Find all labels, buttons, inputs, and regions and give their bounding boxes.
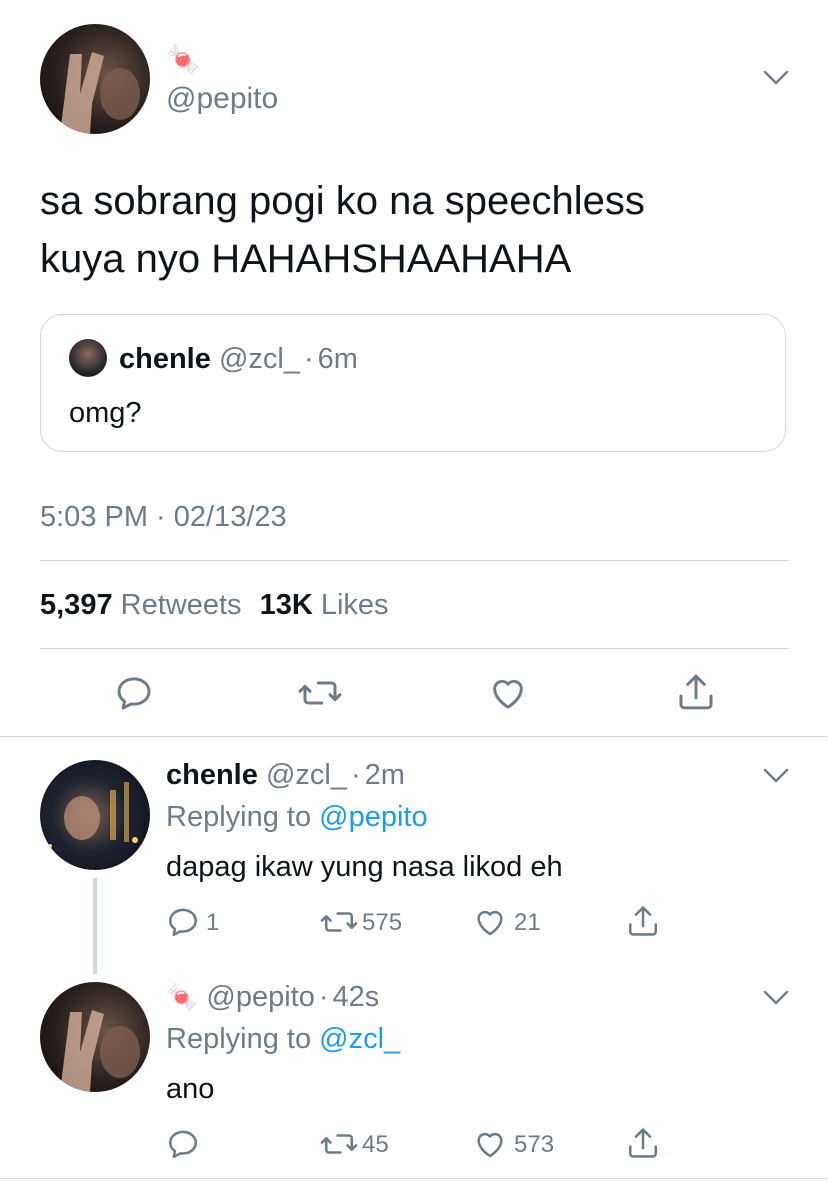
likes-count[interactable]: 13K bbox=[260, 589, 313, 621]
replying-to: Replying to @pepito bbox=[166, 798, 428, 836]
retweet-icon[interactable] bbox=[320, 1127, 358, 1161]
reply-icon[interactable] bbox=[166, 905, 200, 939]
thread-line bbox=[93, 878, 97, 974]
replying-to-prefix: Replying to bbox=[166, 1023, 320, 1055]
replying-to-link[interactable]: @pepito bbox=[319, 801, 427, 833]
tweet-text: sa sobrang pogi ko na speechless kuya ny… bbox=[40, 172, 645, 288]
divider bbox=[40, 560, 788, 561]
reply-header: 🍬 @pepito · 42s bbox=[166, 978, 379, 1016]
like-count: 573 bbox=[514, 1131, 555, 1158]
quoted-name: chenle bbox=[119, 343, 211, 375]
reply-handle[interactable]: @pepito bbox=[206, 981, 314, 1013]
reply-avatar[interactable] bbox=[40, 982, 150, 1092]
section-divider bbox=[0, 736, 828, 737]
author-name-emoji: 🍬 bbox=[166, 44, 201, 75]
retweet-count: 575 bbox=[362, 909, 403, 936]
quoted-avatar bbox=[69, 339, 107, 377]
share-icon[interactable] bbox=[626, 903, 660, 939]
chevron-down-icon[interactable] bbox=[762, 764, 790, 788]
retweets-label[interactable]: Retweets bbox=[121, 589, 242, 621]
tweet-text-line-1: sa sobrang pogi ko na speechless bbox=[40, 179, 645, 223]
reply-time: 42s bbox=[332, 981, 380, 1013]
reply-avatar[interactable] bbox=[40, 760, 150, 870]
replying-to-prefix: Replying to bbox=[166, 801, 320, 833]
chevron-down-icon[interactable] bbox=[762, 66, 790, 90]
chevron-down-icon[interactable] bbox=[762, 986, 790, 1010]
quoted-header: chenle @zcl_ · 6m bbox=[119, 341, 358, 377]
quoted-text: omg? bbox=[69, 397, 142, 429]
quoted-tweet-card[interactable]: chenle @zcl_ · 6m omg? bbox=[40, 314, 786, 452]
reply-handle[interactable]: @zcl_ bbox=[266, 759, 347, 791]
reply-name-emoji[interactable]: 🍬 bbox=[166, 982, 198, 1012]
reply-sep: · bbox=[318, 981, 329, 1013]
like-icon[interactable] bbox=[488, 673, 528, 713]
share-icon[interactable] bbox=[676, 671, 716, 713]
like-count: 21 bbox=[514, 909, 541, 936]
author-avatar[interactable] bbox=[40, 24, 150, 134]
share-icon[interactable] bbox=[626, 1125, 660, 1161]
tweet-text-line-2: kuya nyo HAHAHSHAAHAHA bbox=[40, 237, 572, 281]
replying-to-link[interactable]: @zcl_ bbox=[319, 1023, 400, 1055]
reply-text: ano bbox=[166, 1073, 215, 1105]
quoted-handle: @zcl_ bbox=[218, 343, 300, 375]
reply-time: 2m bbox=[364, 759, 405, 791]
like-icon[interactable] bbox=[473, 1127, 507, 1161]
quoted-time: 6m bbox=[317, 343, 358, 375]
replying-to: Replying to @zcl_ bbox=[166, 1020, 400, 1058]
divider bbox=[40, 648, 788, 649]
quoted-sep: · bbox=[303, 343, 314, 375]
reply-sep: · bbox=[350, 759, 361, 791]
author-handle[interactable]: @pepito bbox=[166, 80, 278, 118]
retweets-count[interactable]: 5,397 bbox=[40, 589, 113, 621]
reply-header: chenle @zcl_ · 2m bbox=[166, 756, 405, 794]
retweet-count: 45 bbox=[362, 1131, 389, 1158]
retweet-icon[interactable] bbox=[320, 905, 358, 939]
likes-label[interactable]: Likes bbox=[321, 589, 389, 621]
reply-name[interactable]: chenle bbox=[166, 759, 258, 791]
bottom-divider bbox=[0, 1178, 828, 1179]
reply-icon[interactable] bbox=[114, 673, 154, 713]
engagement-stats: 5,397 Retweets 13K Likes bbox=[40, 586, 389, 624]
retweet-icon[interactable] bbox=[298, 673, 342, 713]
tweet-timestamp[interactable]: 5:03 PM · 02/13/23 bbox=[40, 498, 287, 536]
like-icon[interactable] bbox=[473, 905, 507, 939]
reply-icon[interactable] bbox=[166, 1127, 200, 1161]
reply-text: dapag ikaw yung nasa likod eh bbox=[166, 851, 563, 883]
reply-count: 1 bbox=[206, 909, 220, 936]
